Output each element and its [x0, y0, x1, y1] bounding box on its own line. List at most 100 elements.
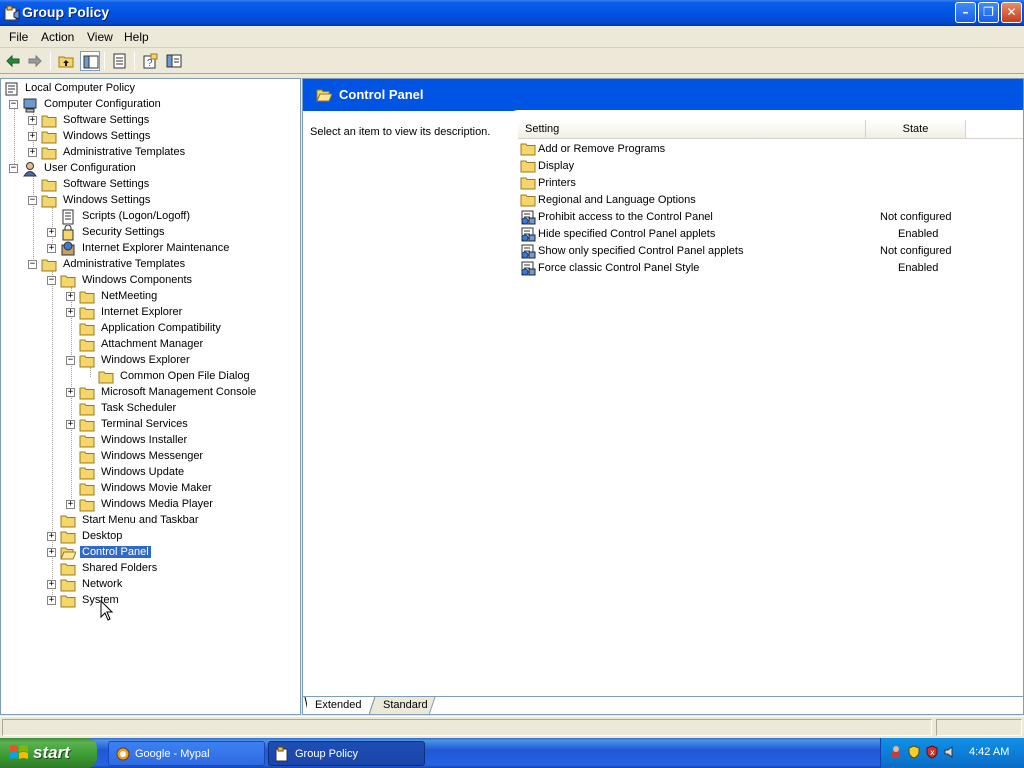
export-list-icon — [113, 53, 126, 69]
menu-help[interactable]: Help — [124, 30, 149, 44]
tree-node-label: Windows Media Player — [101, 498, 213, 510]
close-button[interactable]: ✕ — [1001, 2, 1022, 23]
policy-setting-icon — [521, 261, 536, 276]
setting-row[interactable]: Prohibit access to the Control Panel Not … — [520, 209, 1020, 226]
folder-icon — [520, 177, 536, 190]
window-title: Group Policy — [22, 4, 110, 20]
folder-icon — [41, 179, 57, 192]
view-tabs: Extended Standard — [303, 696, 1023, 714]
folder-icon — [41, 195, 57, 208]
expand-icon[interactable]: + — [66, 292, 75, 301]
console-tree[interactable]: Local Computer Policy − Computer Configu… — [0, 78, 301, 715]
show-hide-tree-button[interactable] — [80, 51, 100, 71]
help-button[interactable]: ? — [140, 51, 160, 71]
status-bar — [0, 716, 1024, 738]
tab-standard[interactable]: Standard — [375, 697, 436, 714]
setting-row[interactable]: Force classic Control Panel Style Enabled — [520, 260, 1020, 277]
menu-view[interactable]: View — [87, 30, 113, 44]
setting-row[interactable]: Show only specified Control Panel applet… — [520, 243, 1020, 260]
tree-node-label: Windows Settings — [63, 194, 151, 206]
folder-icon — [79, 339, 95, 352]
collapse-icon[interactable]: − — [28, 260, 37, 269]
tree-node-label: NetMeeting — [101, 290, 158, 302]
group-policy-icon — [4, 5, 20, 21]
taskbar-button-google-mypal[interactable]: Google - Mypal — [108, 741, 265, 766]
expand-icon[interactable]: + — [47, 596, 56, 605]
folder-icon — [520, 160, 536, 173]
menu-bar: File Action View Help — [0, 26, 1024, 48]
title-bar[interactable]: Group Policy – ❐ ✕ — [0, 0, 1024, 26]
folder-icon — [60, 595, 76, 608]
collapse-icon[interactable]: − — [28, 196, 37, 205]
setting-name: Printers — [538, 177, 576, 189]
setting-name: Regional and Language Options — [538, 194, 696, 206]
policy-setting-icon — [521, 244, 536, 259]
toolbar: ? — [0, 48, 1024, 74]
expand-icon[interactable]: + — [66, 420, 75, 429]
expand-icon[interactable]: + — [66, 308, 75, 317]
security-alert-tray-icon[interactable]: x — [925, 745, 939, 759]
tree-node-label: Windows Update — [101, 466, 185, 478]
minimize-button[interactable]: – — [955, 2, 976, 23]
folder-icon — [79, 387, 95, 400]
up-one-level-icon — [58, 56, 74, 68]
tree-node-label: Attachment Manager — [101, 338, 204, 350]
setting-row[interactable]: Add or Remove Programs — [520, 141, 1020, 158]
tree-node-label: Terminal Services — [101, 418, 188, 430]
mouse-cursor-icon — [100, 600, 114, 621]
expand-icon[interactable]: + — [47, 532, 56, 541]
collapse-icon[interactable]: − — [9, 100, 18, 109]
folder-icon — [60, 579, 76, 592]
expand-icon[interactable]: + — [28, 148, 37, 157]
column-header-state[interactable]: State — [866, 120, 966, 138]
show-hide-action-pane-button[interactable] — [164, 51, 184, 71]
folder-icon — [60, 531, 76, 544]
taskbar-clock[interactable]: 4:42 AM — [969, 746, 1009, 758]
expand-icon[interactable]: + — [66, 388, 75, 397]
tree-line — [33, 175, 34, 265]
setting-row[interactable]: Printers — [520, 175, 1020, 192]
tab-extended[interactable]: Extended — [307, 697, 370, 714]
start-button[interactable]: start — [0, 738, 97, 768]
maximize-button[interactable]: ❐ — [978, 2, 999, 23]
tree-node-label: Shared Folders — [82, 562, 158, 574]
tree-line — [14, 103, 15, 168]
expand-icon[interactable]: + — [47, 228, 56, 237]
expand-icon[interactable]: + — [47, 580, 56, 589]
collapse-icon[interactable]: − — [9, 164, 18, 173]
setting-row[interactable]: Regional and Language Options — [520, 192, 1020, 209]
folder-icon — [79, 403, 95, 416]
setting-row[interactable]: Hide specified Control Panel applets Enab… — [520, 226, 1020, 243]
taskbar-button-group-policy[interactable]: Group Policy — [268, 741, 425, 766]
menu-file[interactable]: File — [9, 30, 28, 44]
close-icon: ✕ — [1006, 5, 1017, 19]
folder-icon — [79, 291, 95, 304]
export-list-button[interactable] — [110, 51, 130, 71]
speaker-tray-icon[interactable] — [943, 745, 957, 759]
collapse-icon[interactable]: − — [47, 276, 56, 285]
column-header-setting[interactable]: Setting — [518, 120, 866, 138]
back-button[interactable] — [3, 51, 23, 71]
expand-icon[interactable]: + — [28, 132, 37, 141]
setting-name: Hide specified Control Panel applets — [538, 228, 716, 240]
folder-icon — [60, 275, 76, 288]
setting-state: Enabled — [898, 262, 939, 274]
collapse-icon[interactable]: − — [66, 356, 75, 365]
folder-icon — [41, 131, 57, 144]
network-user-tray-icon[interactable] — [889, 745, 903, 759]
expand-icon[interactable]: + — [66, 500, 75, 509]
up-one-level-button[interactable] — [56, 51, 76, 71]
forward-button[interactable] — [25, 51, 45, 71]
security-shield-tray-icon[interactable] — [907, 745, 921, 759]
help-icon: ? — [143, 53, 158, 69]
mypal-browser-icon — [116, 747, 130, 761]
expand-icon[interactable]: + — [47, 244, 56, 253]
setting-state: Not configured — [880, 211, 952, 223]
setting-name: Add or Remove Programs — [538, 143, 666, 155]
expand-icon[interactable]: + — [28, 116, 37, 125]
setting-row[interactable]: Display — [520, 158, 1020, 175]
menu-action[interactable]: Action — [41, 30, 74, 44]
expand-icon[interactable]: + — [47, 548, 56, 557]
tree-node-label: Task Scheduler — [101, 402, 177, 414]
setting-name: Force classic Control Panel Style — [538, 262, 700, 274]
